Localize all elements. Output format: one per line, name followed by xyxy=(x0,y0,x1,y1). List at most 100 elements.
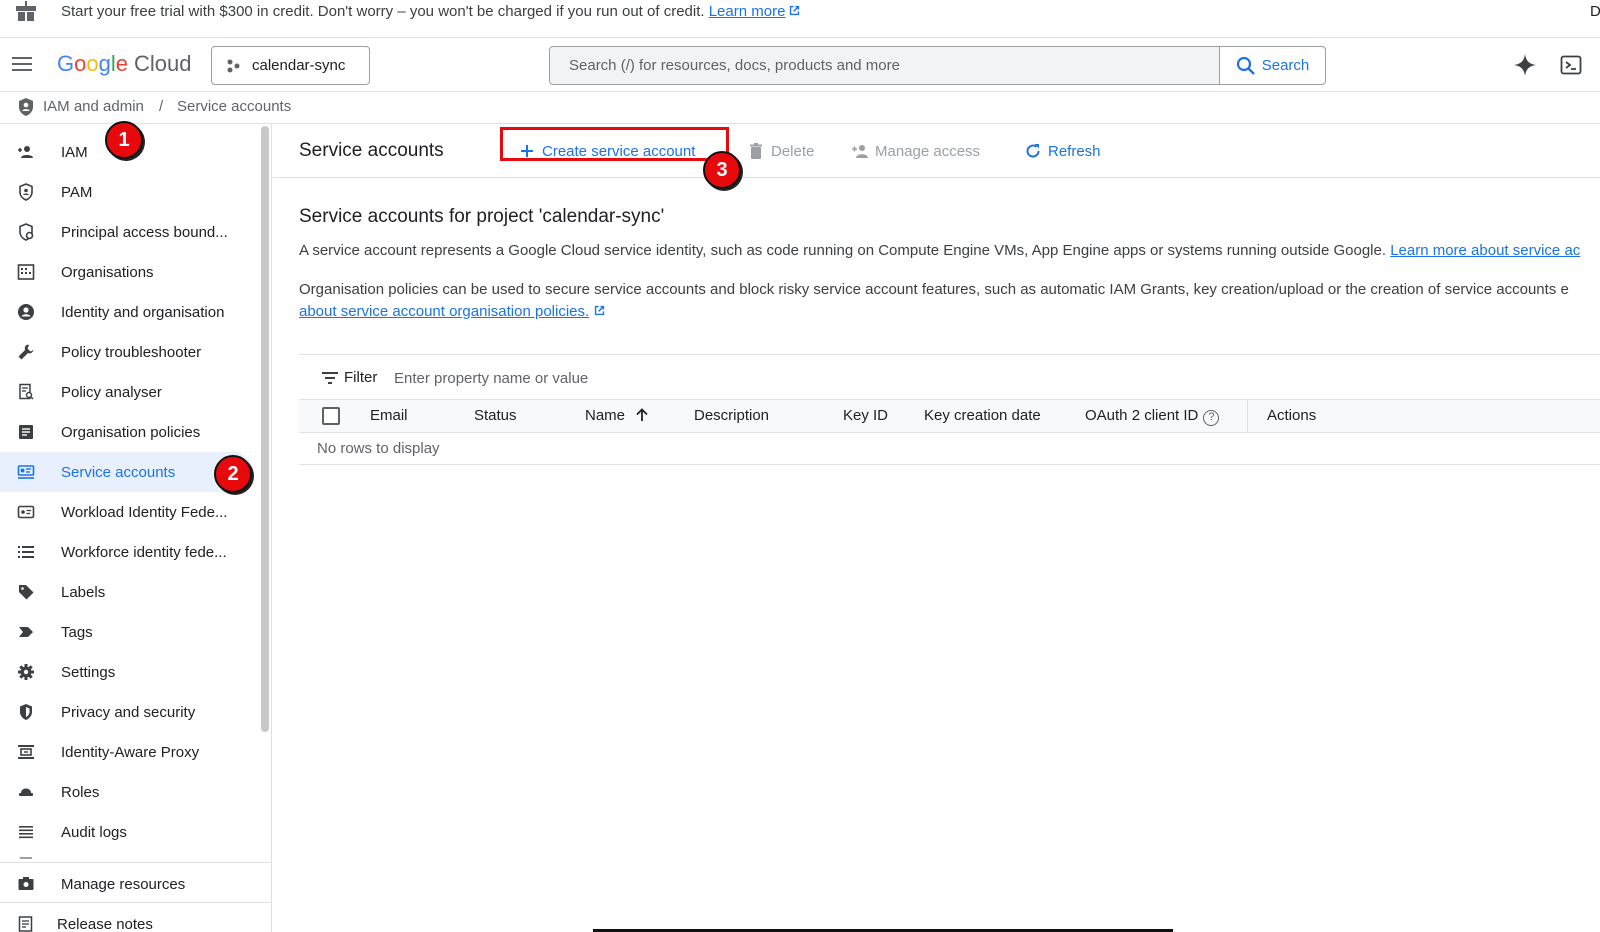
learn-more-service-accounts-link[interactable]: Learn more about service ac xyxy=(1390,242,1580,259)
filter-input[interactable] xyxy=(394,363,894,393)
callout-badge-2: 2 xyxy=(214,455,252,493)
section-title: Service accounts for project 'calendar-s… xyxy=(299,206,665,227)
gear-icon xyxy=(16,662,36,682)
delete-button[interactable]: Delete xyxy=(747,138,814,164)
account-circle-icon xyxy=(16,302,36,322)
sidebar-item-organisation-policies[interactable]: Organisation policies xyxy=(0,412,253,452)
lines-icon xyxy=(16,822,36,842)
sidebar-item-policy-analyser[interactable]: Policy analyser xyxy=(0,372,253,412)
top-header: Google Cloud calendar-sync Search xyxy=(0,38,1600,92)
breadcrumb-separator: / xyxy=(159,98,164,115)
sidebar-item-tags[interactable]: Tags xyxy=(0,612,253,652)
select-all-checkbox[interactable] xyxy=(322,407,340,425)
list-document-icon xyxy=(16,422,36,442)
sidebar-item-policy-troubleshooter[interactable]: Policy troubleshooter xyxy=(0,332,253,372)
callout-badge-1: 1 xyxy=(105,121,143,159)
column-oauth-client-id[interactable]: OAuth 2 client ID? xyxy=(1085,407,1220,426)
service-accounts-table: Filter Email Status Name Description Key… xyxy=(299,354,1600,465)
id-card-icon xyxy=(16,502,36,522)
sidebar-item-labels[interactable]: Labels xyxy=(0,572,253,612)
shield-person-icon xyxy=(16,182,36,202)
person-add-icon xyxy=(852,145,868,158)
sidebar-item-release-notes[interactable]: Release notes xyxy=(0,904,271,932)
project-picker[interactable]: calendar-sync xyxy=(211,46,370,85)
org-policies-link[interactable]: about service account organisation polic… xyxy=(299,303,589,320)
column-actions: Actions xyxy=(1267,407,1317,424)
page-title: Service accounts xyxy=(299,140,444,161)
roles-hat-icon xyxy=(16,782,36,802)
person-add-icon xyxy=(16,142,36,162)
gemini-sparkle-icon[interactable] xyxy=(1513,53,1537,77)
sidebar-scrollbar[interactable] xyxy=(261,126,269,732)
column-key-id[interactable]: Key ID xyxy=(843,407,888,424)
column-status[interactable]: Status xyxy=(474,407,517,424)
search-input[interactable] xyxy=(550,47,1220,84)
column-email[interactable]: Email xyxy=(370,407,408,424)
manage-access-button[interactable]: Manage access xyxy=(851,138,980,164)
banner-message: Start your free trial with $300 in credi… xyxy=(61,3,801,20)
shield-icon xyxy=(16,702,36,722)
filter-icon xyxy=(322,372,338,384)
refresh-icon xyxy=(1026,144,1040,158)
sidebar-item-organisations[interactable]: Organisations xyxy=(0,252,253,292)
sidebar-item-privacy-security[interactable]: Privacy and security xyxy=(0,692,253,732)
external-link-icon xyxy=(595,305,605,316)
table-header-row: Email Status Name Description Key ID Key… xyxy=(299,400,1600,433)
service-account-description: A service account represents a Google Cl… xyxy=(299,242,1581,259)
empty-table-row: No rows to display xyxy=(299,433,1600,465)
gift-icon xyxy=(16,1,36,21)
sidebar-item-principal-access-boundary[interactable]: Principal access bound... xyxy=(0,212,253,252)
sidebar: IAM PAM Principal access bound... Organi… xyxy=(0,124,272,932)
search-box: Search xyxy=(549,46,1326,85)
wrench-icon xyxy=(16,342,36,362)
search-button[interactable]: Search xyxy=(1219,47,1325,84)
sort-ascending-icon xyxy=(636,408,648,421)
column-key-creation-date[interactable]: Key creation date xyxy=(924,407,1041,424)
shield-person-icon xyxy=(19,98,33,116)
list-icon xyxy=(16,542,36,562)
sidebar-item-identity-aware-proxy[interactable]: Identity-Aware Proxy xyxy=(0,732,253,772)
search-icon xyxy=(1236,56,1255,75)
cloud-shell-icon[interactable] xyxy=(1560,54,1582,76)
project-dots-icon xyxy=(227,59,240,72)
sidebar-divider xyxy=(0,902,272,903)
refresh-button[interactable]: Refresh xyxy=(1024,138,1101,164)
sidebar-partial-item xyxy=(20,857,32,859)
column-description[interactable]: Description xyxy=(694,407,769,424)
sidebar-item-manage-resources[interactable]: Manage resources xyxy=(0,864,271,904)
label-tag-icon xyxy=(16,582,36,602)
sidebar-item-roles[interactable]: Roles xyxy=(0,772,253,812)
org-policies-description: Organisation policies can be used to sec… xyxy=(299,281,1569,320)
empty-message: No rows to display xyxy=(317,440,440,457)
breadcrumb-iam-admin[interactable]: IAM and admin xyxy=(43,98,144,115)
breadcrumb: IAM and admin / Service accounts xyxy=(0,92,1600,124)
policy-boundary-icon xyxy=(16,222,36,242)
sidebar-item-workload-identity-federation[interactable]: Workload Identity Fede... xyxy=(0,492,253,532)
hamburger-menu-icon[interactable] xyxy=(11,53,33,75)
document-search-icon xyxy=(16,382,36,402)
service-account-icon xyxy=(16,462,36,482)
column-divider xyxy=(1247,400,1248,433)
user-initial: D xyxy=(1590,3,1600,20)
learn-more-link[interactable]: Learn more xyxy=(709,3,786,20)
column-name[interactable]: Name xyxy=(585,407,649,424)
project-name: calendar-sync xyxy=(252,57,346,74)
trial-banner: Start your free trial with $300 in credi… xyxy=(0,0,1600,38)
create-button-highlight xyxy=(500,127,729,161)
sidebar-divider xyxy=(0,862,272,863)
organisation-icon xyxy=(16,262,36,282)
google-cloud-logo[interactable]: Google Cloud xyxy=(57,51,192,77)
proxy-icon xyxy=(16,742,36,762)
trash-icon xyxy=(750,143,762,159)
sidebar-item-settings[interactable]: Settings xyxy=(0,652,253,692)
release-notes-icon xyxy=(16,914,36,932)
help-icon[interactable]: ? xyxy=(1203,410,1220,426)
sidebar-item-identity-organisation[interactable]: Identity and organisation xyxy=(0,292,253,332)
sidebar-item-workforce-identity-federation[interactable]: Workforce identity fede... xyxy=(0,532,253,572)
sidebar-item-audit-logs[interactable]: Audit logs xyxy=(0,812,253,852)
page-toolbar: Service accounts Create service account … xyxy=(273,124,1600,178)
sidebar-item-pam[interactable]: PAM xyxy=(0,172,253,212)
manage-resources-icon xyxy=(16,874,36,894)
filter-bar: Filter xyxy=(299,355,1600,400)
breadcrumb-current: Service accounts xyxy=(177,98,292,115)
